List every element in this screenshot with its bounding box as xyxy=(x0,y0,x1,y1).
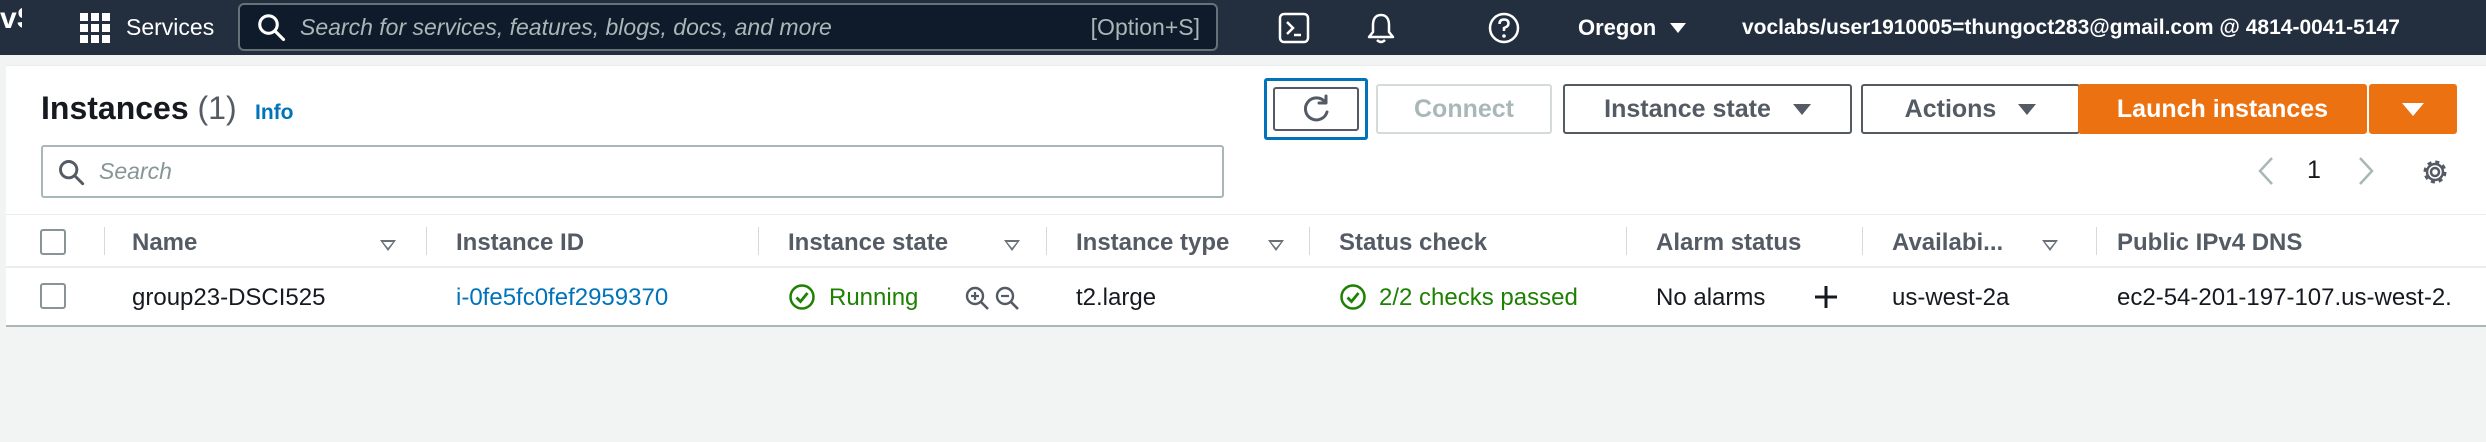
help-icon[interactable] xyxy=(1487,11,1521,45)
chevron-down-icon xyxy=(1670,22,1687,33)
instance-state-value: Running xyxy=(829,284,919,311)
column-header-instance-id[interactable]: Instance ID xyxy=(456,229,584,257)
services-label: Services xyxy=(126,14,215,40)
availability-zone-value: us-west-2a xyxy=(1892,284,2010,311)
refresh-icon xyxy=(1303,94,1329,122)
next-page-icon[interactable] xyxy=(2354,154,2378,188)
account-menu[interactable]: voclabs/user1910005=thungoct283@gmail.co… xyxy=(1742,0,2400,55)
instance-count: (1) xyxy=(197,90,237,126)
column-divider xyxy=(2096,227,2097,255)
services-menu-button[interactable]: Services xyxy=(80,0,214,55)
instances-panel: Instances (1) Info Connect Instance stat… xyxy=(6,65,2486,327)
page-title-text: Instances xyxy=(41,90,189,126)
public-dns-value: ec2-54-201-197-107.us-west-2. xyxy=(2117,284,2452,311)
caret-down-icon xyxy=(1792,103,1811,115)
sort-icon[interactable] xyxy=(380,240,396,251)
page-number[interactable]: 1 xyxy=(2307,156,2321,185)
global-search-input[interactable]: Search for services, features, blogs, do… xyxy=(238,3,1218,51)
add-alarm-plus-icon[interactable] xyxy=(1812,283,1840,311)
zoom-out-icon[interactable] xyxy=(994,285,1020,311)
cloudshell-icon[interactable] xyxy=(1277,11,1311,45)
gear-icon[interactable] xyxy=(2420,157,2450,187)
launch-instances-dropdown[interactable] xyxy=(2369,84,2457,134)
connect-button[interactable]: Connect xyxy=(1376,84,1552,134)
sort-icon[interactable] xyxy=(1004,240,1020,251)
sort-icon[interactable] xyxy=(1268,240,1284,251)
refresh-button-inner xyxy=(1273,87,1359,131)
search-icon xyxy=(258,14,286,42)
column-divider xyxy=(426,227,427,255)
actions-button-label: Actions xyxy=(1904,94,1997,123)
column-divider xyxy=(1626,227,1627,255)
table-header: Name Instance ID Instance state Instance… xyxy=(6,214,2486,268)
caret-down-icon xyxy=(2018,103,2037,115)
search-placeholder: Search for services, features, blogs, do… xyxy=(300,13,832,40)
instance-state-button-label: Instance state xyxy=(1604,94,1771,123)
column-divider xyxy=(1309,227,1310,255)
top-nav: vS Services Search for services, feature… xyxy=(0,0,2486,55)
column-divider xyxy=(1046,227,1047,255)
instance-name: group23-DSCI525 xyxy=(132,284,326,311)
actions-button[interactable]: Actions xyxy=(1861,84,2080,134)
success-check-icon xyxy=(1340,284,1366,310)
column-divider xyxy=(758,227,759,255)
column-header-availability-zone[interactable]: Availabi... xyxy=(1892,229,2003,257)
info-link[interactable]: Info xyxy=(255,101,293,125)
refresh-button[interactable] xyxy=(1264,78,1368,140)
sort-icon[interactable] xyxy=(2042,240,2058,251)
instance-type-value: t2.large xyxy=(1076,284,1157,311)
caret-down-icon xyxy=(2402,102,2424,116)
apps-grid-icon xyxy=(80,12,110,43)
search-icon xyxy=(59,159,85,185)
column-divider xyxy=(1862,227,1863,255)
column-header-public-dns[interactable]: Public IPv4 DNS xyxy=(2117,229,2302,257)
column-header-instance-state[interactable]: Instance state xyxy=(788,229,948,257)
column-header-name[interactable]: Name xyxy=(132,229,197,257)
search-shortcut: [Option+S] xyxy=(1090,13,1200,40)
alarm-status-value: No alarms xyxy=(1656,284,1766,311)
zoom-in-icon[interactable] xyxy=(964,285,990,311)
instance-filter-input[interactable]: Search xyxy=(41,145,1224,198)
column-header-instance-type[interactable]: Instance type xyxy=(1076,229,1229,257)
instance-id-link[interactable]: i-0fe5fc0fef2959370 xyxy=(456,284,668,312)
launch-instances-button[interactable]: Launch instances xyxy=(2078,84,2367,134)
region-selector[interactable]: Oregon xyxy=(1578,0,1687,55)
instance-state-button[interactable]: Instance state xyxy=(1563,84,1852,134)
region-label: Oregon xyxy=(1578,14,1657,40)
notifications-bell-icon[interactable] xyxy=(1364,11,1398,45)
column-divider xyxy=(104,227,105,255)
column-header-alarm-status[interactable]: Alarm status xyxy=(1656,229,1801,257)
page-title: Instances (1) xyxy=(41,90,237,127)
select-all-checkbox[interactable] xyxy=(40,229,66,255)
table-row[interactable]: group23-DSCI525 i-0fe5fc0fef2959370 Runn… xyxy=(6,268,2486,324)
success-check-icon xyxy=(789,284,815,310)
row-checkbox[interactable] xyxy=(40,283,66,309)
account-label: voclabs/user1910005=thungoct283@gmail.co… xyxy=(1742,15,2400,39)
column-header-status-check[interactable]: Status check xyxy=(1339,229,1487,257)
filter-placeholder: Search xyxy=(99,158,172,184)
aws-logo[interactable]: vS xyxy=(0,2,22,36)
status-check-value: 2/2 checks passed xyxy=(1379,284,1578,311)
previous-page-icon[interactable] xyxy=(2254,154,2278,188)
